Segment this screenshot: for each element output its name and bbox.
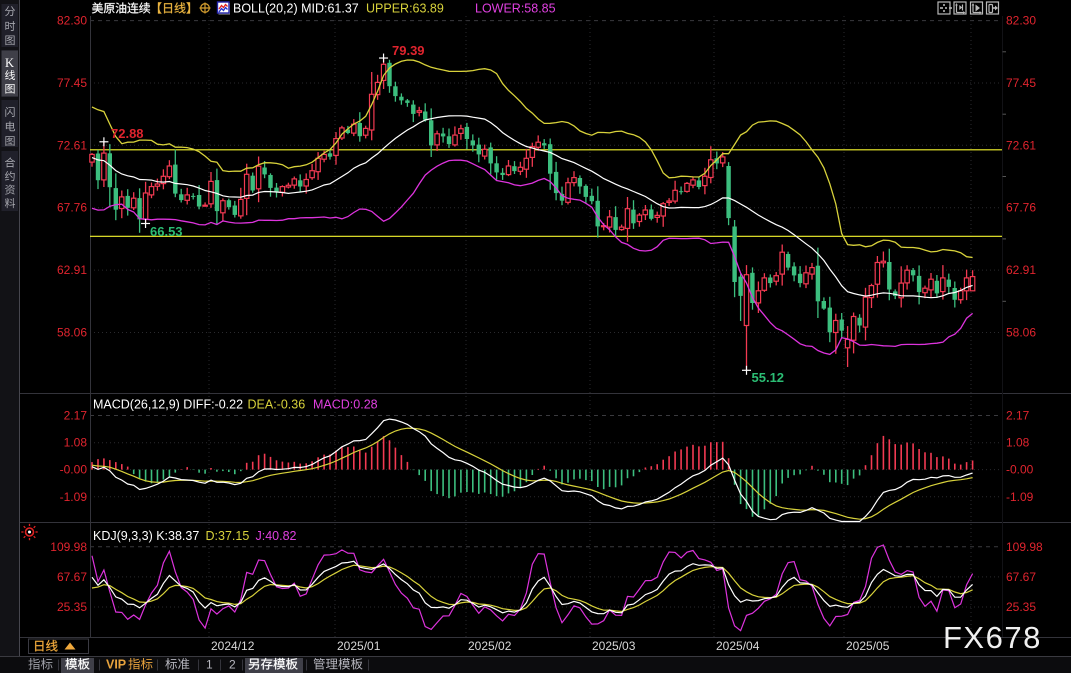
- svg-text:BOLL(20,2) MID:61.37: BOLL(20,2) MID:61.37: [233, 2, 359, 16]
- svg-text:72.88: 72.88: [111, 126, 144, 141]
- svg-text:77.45: 77.45: [57, 76, 87, 90]
- svg-text:UPPER:63.89: UPPER:63.89: [366, 2, 444, 16]
- svg-text:-0.00: -0.00: [1006, 463, 1034, 477]
- svg-text:FX678: FX678: [943, 620, 1042, 655]
- svg-text:2025/05: 2025/05: [846, 639, 890, 653]
- svg-text:2025/02: 2025/02: [468, 639, 512, 653]
- svg-text:79.39: 79.39: [392, 43, 425, 58]
- svg-text:82.30: 82.30: [1006, 14, 1036, 28]
- svg-text:58.06: 58.06: [1006, 326, 1036, 340]
- svg-text:62.91: 62.91: [57, 263, 87, 277]
- svg-text:KDJ(9,3,3) K:38.37: KDJ(9,3,3) K:38.37: [93, 529, 199, 543]
- svg-text:109.98: 109.98: [1006, 540, 1043, 554]
- svg-text:VIP: VIP: [106, 658, 126, 672]
- svg-text:77.45: 77.45: [1006, 76, 1036, 90]
- svg-text:2025/03: 2025/03: [592, 639, 636, 653]
- svg-text:DEA:-0.36: DEA:-0.36: [248, 398, 306, 412]
- svg-text:J:40.82: J:40.82: [256, 529, 297, 543]
- svg-text:-0.00: -0.00: [60, 463, 88, 477]
- svg-text:2025/01: 2025/01: [337, 639, 381, 653]
- svg-text:-1.09: -1.09: [1006, 490, 1034, 504]
- svg-text:109.98: 109.98: [50, 540, 87, 554]
- svg-text:25.35: 25.35: [57, 600, 87, 614]
- svg-text:MACD(26,12,9) DIFF:-0.22: MACD(26,12,9) DIFF:-0.22: [93, 398, 243, 412]
- svg-text:1.08: 1.08: [64, 436, 88, 450]
- svg-text:25.35: 25.35: [1006, 600, 1036, 614]
- svg-text:2024/12: 2024/12: [211, 639, 255, 653]
- svg-text:67.67: 67.67: [1006, 570, 1036, 584]
- svg-text:58.06: 58.06: [57, 326, 87, 340]
- svg-text:66.53: 66.53: [150, 224, 183, 239]
- svg-text:-1.09: -1.09: [60, 490, 88, 504]
- svg-text:2: 2: [229, 658, 236, 672]
- svg-text:67.76: 67.76: [57, 201, 87, 215]
- svg-text:62.91: 62.91: [1006, 263, 1036, 277]
- svg-text:72.61: 72.61: [1006, 138, 1036, 152]
- svg-text:67.76: 67.76: [1006, 201, 1036, 215]
- svg-text:D:37.15: D:37.15: [206, 529, 250, 543]
- svg-text:55.12: 55.12: [752, 370, 785, 385]
- svg-text:LOWER:58.85: LOWER:58.85: [475, 2, 556, 16]
- svg-text:K: K: [5, 56, 14, 70]
- svg-text:82.30: 82.30: [57, 14, 87, 28]
- svg-text:72.61: 72.61: [57, 138, 87, 152]
- svg-text:1: 1: [206, 658, 213, 672]
- svg-text:67.67: 67.67: [57, 570, 87, 584]
- svg-text:MACD:0.28: MACD:0.28: [313, 398, 378, 412]
- svg-text:2025/04: 2025/04: [716, 639, 760, 653]
- svg-text:1.08: 1.08: [1006, 436, 1030, 450]
- svg-text:2.17: 2.17: [1006, 409, 1030, 423]
- svg-text:2.17: 2.17: [64, 409, 88, 423]
